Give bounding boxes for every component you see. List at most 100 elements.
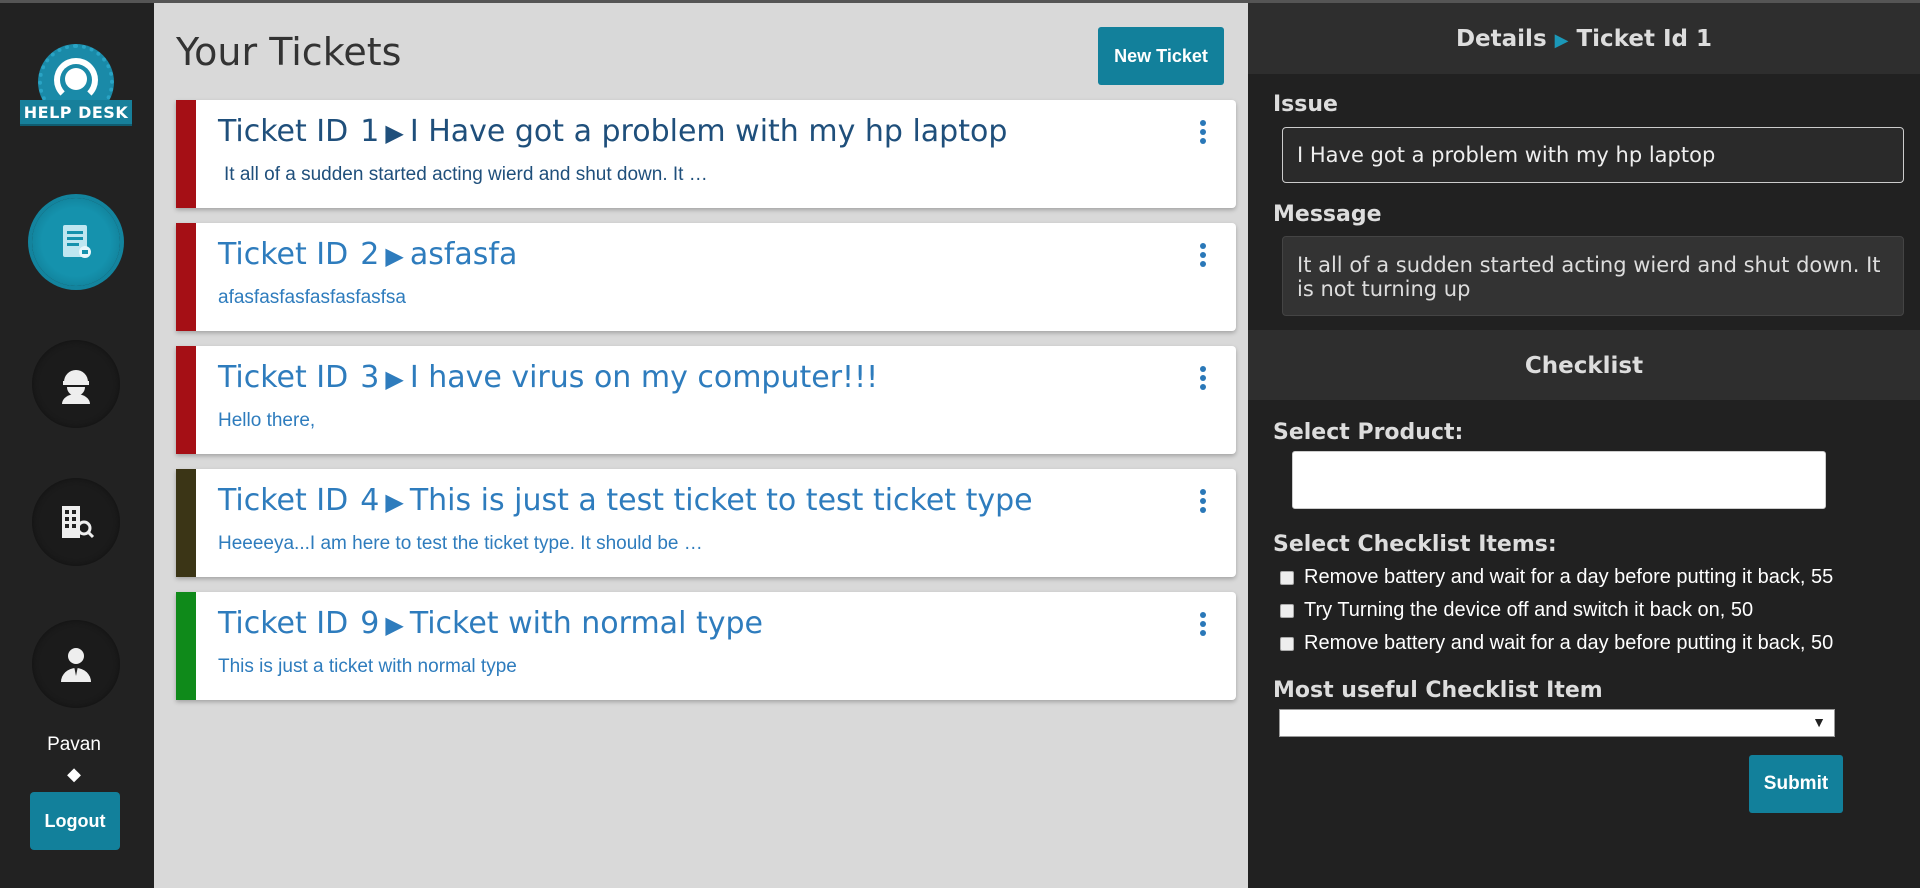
checklist-header: Checklist — [1248, 330, 1920, 400]
arrow-right-icon: ▶ — [385, 119, 404, 147]
help-desk-logo[interactable]: HELP DESK — [18, 44, 134, 132]
ticket-preview: afasfasfasfasfasfasfsa — [218, 287, 406, 308]
menu-dot — [1200, 366, 1206, 372]
building-search-icon — [62, 506, 95, 539]
checklist-item-label: Remove battery and wait for a day before… — [1304, 566, 1834, 588]
menu-dot — [1200, 261, 1206, 267]
issue-label: Issue — [1273, 92, 1338, 117]
ticket-priority-bar — [176, 346, 196, 454]
ticket-id-label: Ticket ID — [218, 606, 349, 641]
diamond-icon: ◆ — [67, 764, 81, 784]
tickets-main: Your Tickets New Ticket Ticket ID 1 ▶ I Hav… — [154, 0, 1248, 888]
details-header-label: Details — [1455, 26, 1547, 52]
menu-dot — [1200, 252, 1206, 258]
page-title: Your Tickets — [176, 30, 402, 74]
ticket-title-text: asfasfa — [409, 237, 518, 272]
ticket-id-label: Ticket ID — [218, 237, 349, 272]
product-select-input[interactable] — [1292, 451, 1826, 509]
ticket-preview: This is just a ticket with normal type — [218, 656, 517, 677]
ticket-preview: Heeeeya...I am here to test the ticket t… — [218, 533, 703, 554]
ticket-id-label: Ticket ID — [218, 483, 349, 518]
ticket-list: Ticket ID 1 ▶ I Have got a problem with my … — [176, 100, 1236, 715]
menu-dot — [1200, 129, 1206, 135]
ticket-title[interactable]: Ticket ID 2 ▶ asfasfa — [218, 237, 517, 272]
ticket-card[interactable]: Ticket ID 4 ▶ This is just a test ticket to… — [176, 469, 1236, 577]
ticket-id: 2 — [360, 237, 380, 272]
ticket-title[interactable]: Ticket ID 3 ▶ I have virus on my computer!!… — [218, 360, 878, 395]
ticket-card[interactable]: Ticket ID 2 ▶ asfasfa afasfasfasfasfasfasfsa — [176, 223, 1236, 331]
user-icon — [61, 648, 91, 682]
ticket-card[interactable]: Ticket ID 1 ▶ I Have got a problem with my … — [176, 100, 1236, 208]
menu-dot — [1200, 498, 1206, 504]
details-panel: Details ▶ Ticket Id 1 Issue I Have got a p… — [1248, 0, 1920, 888]
message-field[interactable]: It all of a sudden started acting wierd … — [1282, 236, 1904, 316]
ticket-id: 9 — [360, 606, 380, 641]
arrow-right-icon: ▶ — [1554, 30, 1569, 51]
menu-dot — [1200, 621, 1206, 627]
more-vertical-icon[interactable] — [1198, 489, 1208, 517]
checklist-checkbox[interactable] — [1280, 570, 1294, 585]
menu-dot — [1200, 243, 1206, 249]
ticket-priority-bar — [176, 592, 196, 700]
user-name: Pavan — [47, 734, 101, 755]
ticket-priority-bar — [176, 223, 196, 331]
select-checklist-items-label: Select Checklist Items: — [1273, 532, 1557, 557]
ticket-priority-bar — [176, 100, 196, 208]
agent-icon — [62, 370, 90, 404]
menu-dot — [1200, 384, 1206, 390]
most-useful-select[interactable]: ▼ — [1279, 709, 1835, 737]
menu-dot — [1200, 120, 1206, 126]
brain-icon — [65, 68, 87, 90]
ticket-id: 3 — [360, 360, 380, 395]
ticket-title-text: I have virus on my computer!!! — [409, 360, 879, 395]
checklist-item: Remove battery and wait for a day before… — [1280, 566, 1833, 589]
arrow-right-icon: ▶ — [385, 611, 404, 639]
new-ticket-button[interactable]: New Ticket — [1098, 27, 1224, 85]
submit-button[interactable]: Submit — [1749, 755, 1843, 813]
checklist-item-label: Try Turning the device off and switch it… — [1304, 599, 1754, 621]
more-vertical-icon[interactable] — [1198, 120, 1208, 148]
logo-text: HELP DESK — [20, 100, 132, 126]
ticket-id-label: Ticket ID — [218, 114, 349, 149]
logout-button[interactable]: Logout — [30, 792, 120, 850]
most-useful-label: Most useful Checklist Item — [1273, 678, 1603, 703]
details-header: Details ▶ Ticket Id 1 — [1248, 0, 1920, 74]
ticket-title[interactable]: Ticket ID 9 ▶ Ticket with normal type — [218, 606, 763, 641]
window-top-border — [0, 0, 1920, 3]
ticket-priority-bar — [176, 469, 196, 577]
ticket-title-text: Ticket with normal type — [409, 606, 763, 641]
ticket-card[interactable]: Ticket ID 9 ▶ Ticket with normal type This i… — [176, 592, 1236, 700]
ticket-title-text: I Have got a problem with my hp laptop — [409, 114, 1008, 149]
menu-dot — [1200, 489, 1206, 495]
arrow-right-icon: ▶ — [385, 488, 404, 516]
more-vertical-icon[interactable] — [1198, 612, 1208, 640]
arrow-right-icon: ▶ — [385, 242, 404, 270]
menu-dot — [1200, 612, 1206, 618]
select-product-label: Select Product: — [1273, 420, 1464, 445]
nav-tickets-button[interactable] — [32, 198, 120, 286]
more-vertical-icon[interactable] — [1198, 366, 1208, 394]
ticket-title[interactable]: Ticket ID 1 ▶ I Have got a problem with my … — [218, 114, 1007, 149]
ticket-preview: Hello there, — [218, 410, 316, 431]
menu-dot — [1200, 507, 1206, 513]
more-vertical-icon[interactable] — [1198, 243, 1208, 271]
ticket-card[interactable]: Ticket ID 3 ▶ I have virus on my computer!!… — [176, 346, 1236, 454]
message-label: Message — [1273, 202, 1382, 227]
details-header-ticket: Ticket Id 1 — [1576, 26, 1713, 52]
checklist-item-label: Remove battery and wait for a day before… — [1304, 632, 1834, 654]
checklist-item: Try Turning the device off and switch it… — [1280, 599, 1753, 622]
ticket-title[interactable]: Ticket ID 4 ▶ This is just a test ticket to… — [218, 483, 1033, 518]
dropdown-caret-icon: ▼ — [1812, 714, 1826, 730]
nav-organizations-button[interactable] — [32, 478, 120, 566]
checklist-checkbox[interactable] — [1280, 603, 1294, 618]
ticket-title-text: This is just a test ticket to test ticke… — [409, 483, 1033, 518]
issue-field[interactable]: I Have got a problem with my hp laptop — [1282, 127, 1904, 183]
checklist-checkbox[interactable] — [1280, 636, 1294, 651]
checklist-item: Remove battery and wait for a day before… — [1280, 632, 1833, 655]
menu-dot — [1200, 630, 1206, 636]
ticket-preview: It all of a sudden started acting wierd … — [224, 164, 708, 185]
arrow-right-icon: ▶ — [385, 365, 404, 393]
nav-profile-button[interactable] — [32, 620, 120, 708]
ticket-list-icon — [63, 225, 91, 258]
nav-agents-button[interactable] — [32, 340, 120, 428]
